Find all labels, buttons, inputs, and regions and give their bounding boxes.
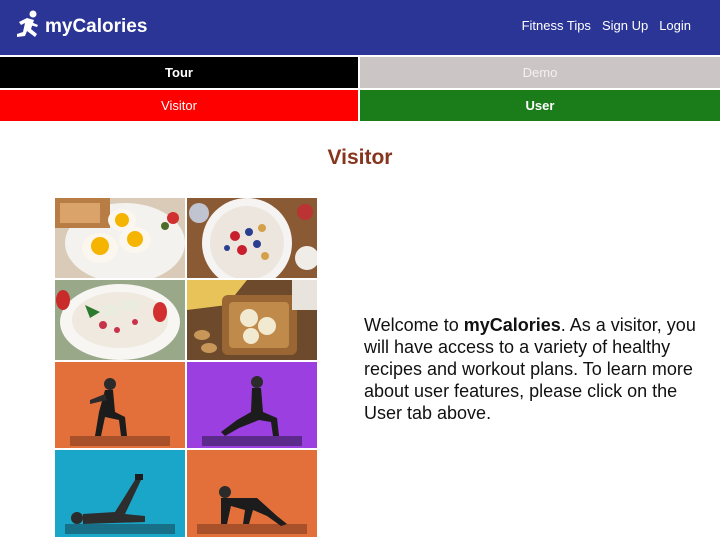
nav-login[interactable]: Login xyxy=(659,18,691,33)
banana-toast-image xyxy=(187,280,317,360)
tab-tour[interactable]: Tour xyxy=(0,57,358,88)
description-brand: myCalories xyxy=(463,315,561,335)
description-prefix: Welcome to xyxy=(364,315,464,335)
squat-exercise-image xyxy=(55,362,185,448)
tab-visitor[interactable]: Visitor xyxy=(0,90,358,121)
runner-icon xyxy=(17,10,38,37)
leg-raise-exercise-image xyxy=(55,450,185,537)
brand-link[interactable]: myCalories xyxy=(14,10,147,42)
food-fitness-collage xyxy=(55,198,317,537)
berry-granola-image xyxy=(187,198,317,278)
page-title: Visitor xyxy=(327,146,393,169)
tab-demo[interactable]: Demo xyxy=(360,57,720,88)
top-nav: Fitness Tips Sign Up Login xyxy=(522,18,691,33)
mountain-climber-exercise-image xyxy=(187,450,317,537)
brand-name: myCalories xyxy=(45,16,148,37)
tab-user[interactable]: User xyxy=(360,90,720,121)
top-navbar: myCalories Fitness Tips Sign Up Login xyxy=(0,0,720,55)
visitor-description: Welcome to myCalories. As a visitor, you… xyxy=(364,314,704,424)
eggs-toast-image xyxy=(55,198,185,278)
lunge-exercise-image xyxy=(187,362,317,448)
yogurt-bowl-image xyxy=(55,280,185,360)
nav-fitness-tips[interactable]: Fitness Tips xyxy=(522,18,591,33)
nav-sign-up[interactable]: Sign Up xyxy=(602,18,648,33)
